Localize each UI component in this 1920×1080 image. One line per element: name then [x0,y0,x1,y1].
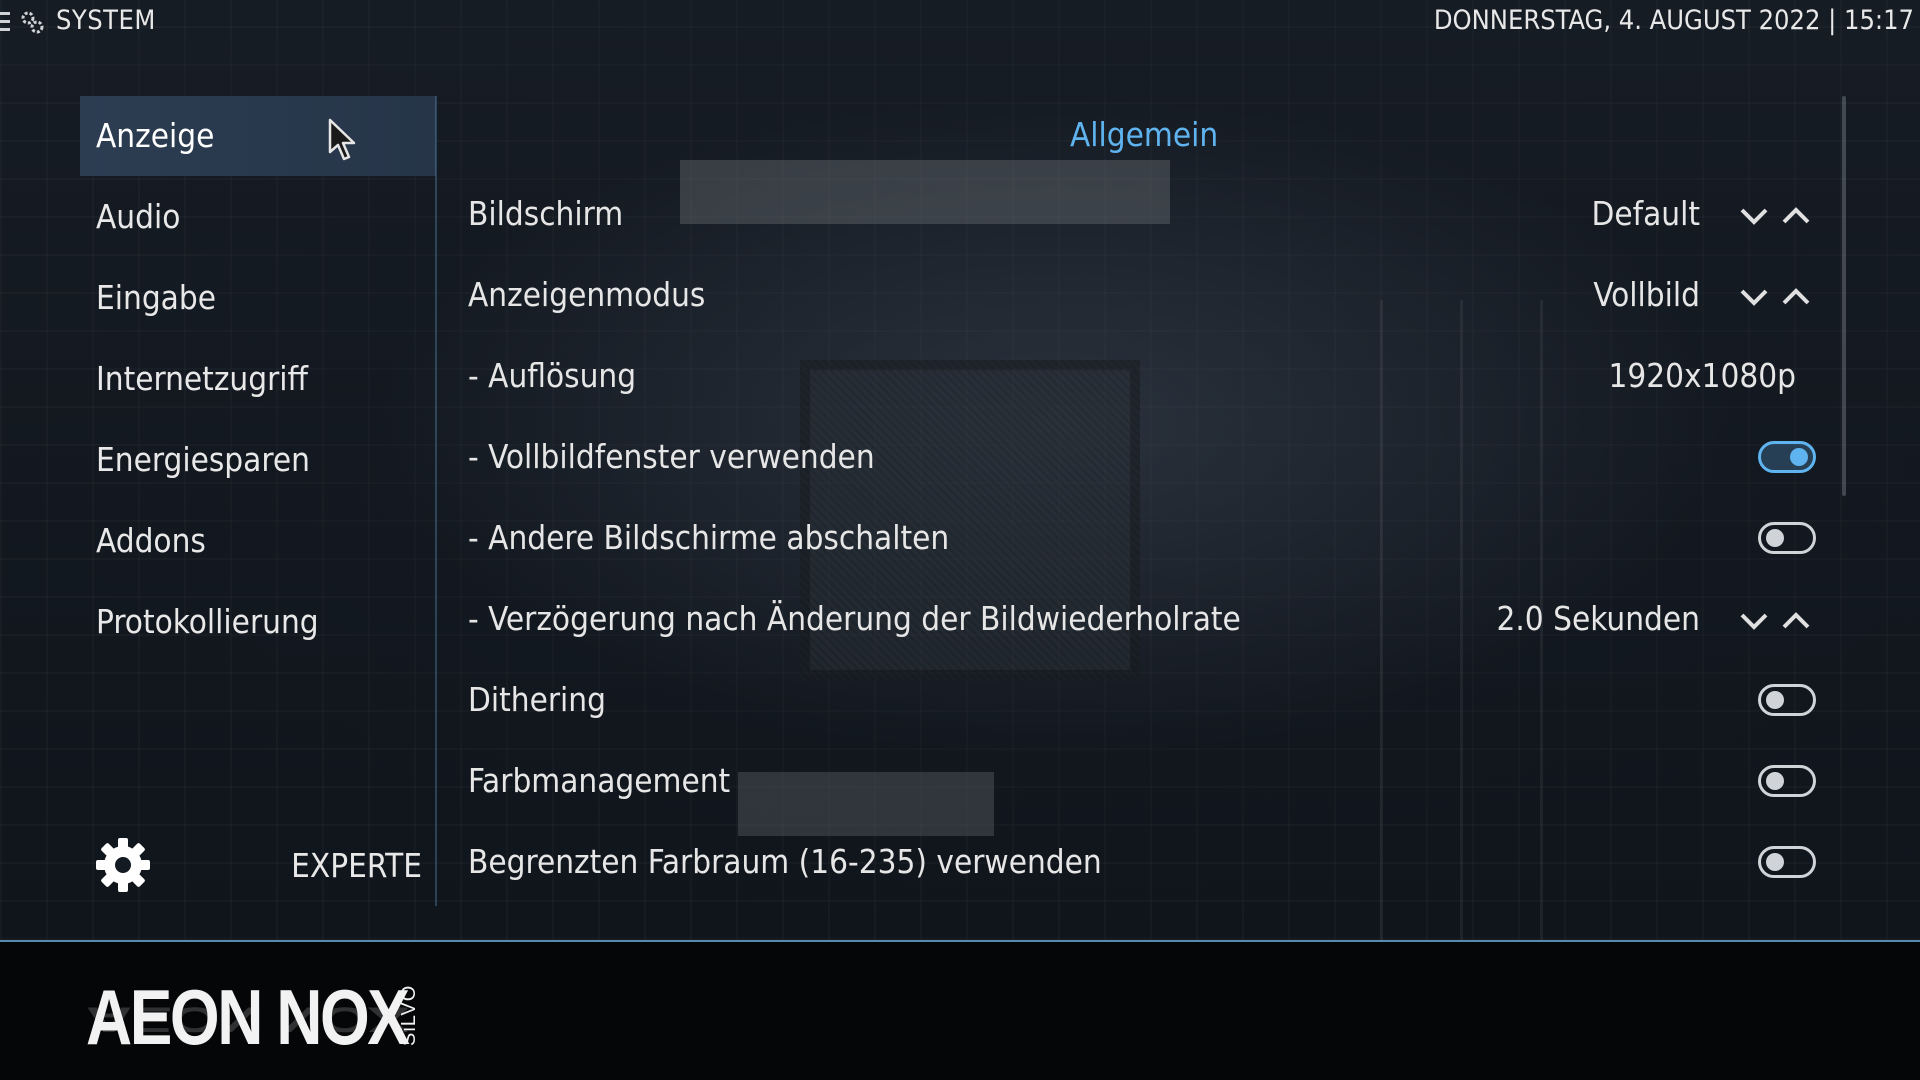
setting-aufloesung[interactable]: - Auflösung 1920x1080p [468,340,1828,421]
top-bar: SYSTEM DONNERSTAG, 4. AUGUST 2022 | 15:1… [0,0,1920,44]
spinner-arrows-icon[interactable] [1738,202,1814,230]
section-title: Allgemein [1070,115,1219,154]
sidebar-item-energiesparen[interactable]: Energiesparen [80,420,436,500]
settings-level-label: EXPERTE [291,846,422,885]
toggle-switch[interactable] [1758,684,1816,716]
toggle-knob [1766,772,1784,790]
sidebar-item-label: Eingabe [96,278,216,317]
sidebar-item-internetzugriff[interactable]: Internetzugriff [80,339,436,419]
sidebar-item-audio[interactable]: Audio [80,177,436,257]
setting-dithering[interactable]: Dithering [468,664,1828,745]
setting-label: Anzeigenmodus [468,275,706,314]
setting-verzoegerung[interactable]: - Verzögerung nach Änderung der Bildwied… [468,583,1828,664]
footer: AEON NOX AEON NOX SiLVO [0,942,1920,1080]
toggle-knob [1766,853,1784,871]
mouse-pointer-icon [328,118,356,161]
date-time: DONNERSTAG, 4. AUGUST 2022 | 15:17 [1433,5,1914,36]
skin-logo-subtitle: SiLVO [398,984,420,1046]
settings-gears-icon [21,11,44,34]
spinner-arrows-icon[interactable] [1738,283,1814,311]
setting-label: - Verzögerung nach Änderung der Bildwied… [468,599,1241,638]
setting-bildschirm[interactable]: Bildschirm Default [468,178,1828,259]
setting-label: Farbmanagement [468,761,731,800]
sidebar-item-label: Internetzugriff [96,359,308,398]
menu-icon[interactable] [0,12,10,32]
setting-value: Vollbild [1593,275,1700,314]
page-title: SYSTEM [56,5,156,36]
setting-label: - Andere Bildschirme abschalten [468,518,950,557]
scrollbar[interactable] [1842,96,1846,496]
sidebar-item-anzeige[interactable]: Anzeige [80,96,436,176]
setting-label: - Vollbildfenster verwenden [468,437,875,476]
sidebar-item-label: Energiesparen [96,440,310,479]
toggle-switch[interactable] [1758,765,1816,797]
setting-farbmanagement[interactable]: Farbmanagement [468,745,1828,826]
toggle-knob [1766,691,1784,709]
sidebar-item-protokollierung[interactable]: Protokollierung [80,582,436,662]
category-sidebar: Anzeige Audio Eingabe Internetzugriff En… [80,96,437,906]
gear-icon [96,838,150,892]
setting-value: Default [1591,194,1700,233]
setting-value: 2.0 Sekunden [1496,599,1700,638]
sidebar-item-eingabe[interactable]: Eingabe [80,258,436,338]
setting-label: - Auflösung [468,356,637,395]
setting-label: Begrenzten Farbraum (16-235) verwenden [468,842,1102,881]
setting-anzeigenmodus[interactable]: Anzeigenmodus Vollbild [468,259,1828,340]
spinner-arrows-icon[interactable] [1738,607,1814,635]
setting-begrenzter-farbraum[interactable]: Begrenzten Farbraum (16-235) verwenden [468,826,1828,907]
toggle-switch[interactable] [1758,846,1816,878]
settings-level-button[interactable]: EXPERTE [80,826,436,906]
setting-vollbildfenster[interactable]: - Vollbildfenster verwenden [468,421,1828,502]
sidebar-item-label: Addons [96,521,206,560]
sidebar-item-label: Anzeige [96,116,215,155]
sidebar-item-label: Protokollierung [96,602,319,641]
toggle-knob [1790,448,1808,466]
setting-label: Bildschirm [468,194,624,233]
sidebar-item-label: Audio [96,197,181,236]
skin-logo-reflection: AEON NOX [86,1004,408,1040]
toggle-knob [1766,529,1784,547]
setting-andere-bildschirme[interactable]: - Andere Bildschirme abschalten [468,502,1828,583]
sidebar-divider [435,96,437,906]
sidebar-item-addons[interactable]: Addons [80,501,436,581]
setting-label: Dithering [468,680,606,719]
setting-value: 1920x1080p [1608,356,1797,395]
toggle-switch[interactable] [1758,441,1816,473]
toggle-switch[interactable] [1758,522,1816,554]
